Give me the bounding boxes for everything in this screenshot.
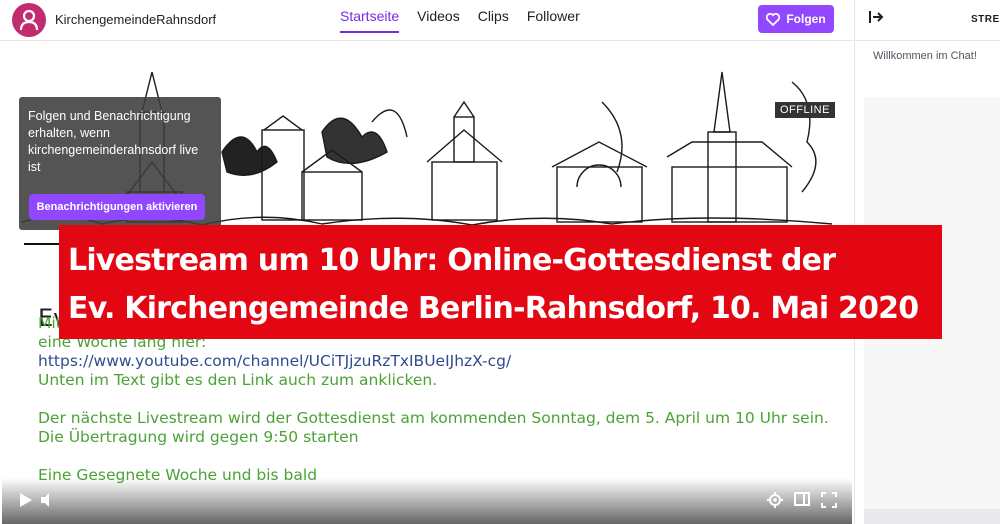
channel-tabs: Startseite Videos Clips Follower [340,0,580,40]
chat-header: STREA [854,0,1000,41]
theatre-mode-icon[interactable] [794,492,810,510]
player-controls [2,478,852,524]
follow-button[interactable]: Folgen [758,5,834,33]
banner-line-2: Ev. Kirchengemeinde Berlin-Rahnsdorf, 10… [68,291,919,326]
banner-line-1: Livestream um 10 Uhr: Online-Gottesdiens… [68,243,836,278]
offline-badge: OFFLINE [775,102,835,118]
description-line: Der nächste Livestream wird der Gottesdi… [38,409,829,427]
youtube-link[interactable]: https://www.youtube.com/channel/UCiTJjzu… [38,352,838,371]
enable-notifications-button[interactable]: Benachrichtigungen aktivieren [29,194,205,220]
stream-chat-label: STREA [971,14,1000,25]
arrow-to-right-icon[interactable] [868,10,884,29]
tab-follower[interactable]: Follower [527,0,580,33]
channel-name[interactable]: KirchengemeindeRahnsdorf [55,12,216,27]
channel-avatar[interactable] [12,3,46,37]
description-line: Unten im Text gibt es den Link auch zum … [38,371,438,389]
livestream-banner: Livestream um 10 Uhr: Online-Gottesdiens… [59,225,942,339]
follow-label: Folgen [786,12,826,26]
channel-description: Mit eine Woche lang hier: https://www.yo… [38,314,838,485]
channel-header: KirchengemeindeRahnsdorf Startseite Vide… [0,0,853,41]
fullscreen-icon[interactable] [821,492,837,512]
heart-icon [766,12,781,26]
description-line: Die Übertragung wird gegen 9:50 starten [38,428,359,446]
user-icon [19,9,39,31]
chat-welcome-message: Willkommen im Chat! [873,50,977,62]
follow-notification-card: Folgen und Benachrichtigung erhalten, we… [19,97,221,230]
tab-clips[interactable]: Clips [478,0,509,33]
play-icon[interactable] [19,492,33,512]
tab-startseite[interactable]: Startseite [340,0,400,33]
volume-icon[interactable] [40,492,56,512]
tab-videos[interactable]: Videos [417,0,460,33]
notification-text: Folgen und Benachrichtigung erhalten, we… [28,109,199,174]
chat-input-area[interactable] [864,509,1000,524]
gear-icon[interactable] [767,492,783,512]
